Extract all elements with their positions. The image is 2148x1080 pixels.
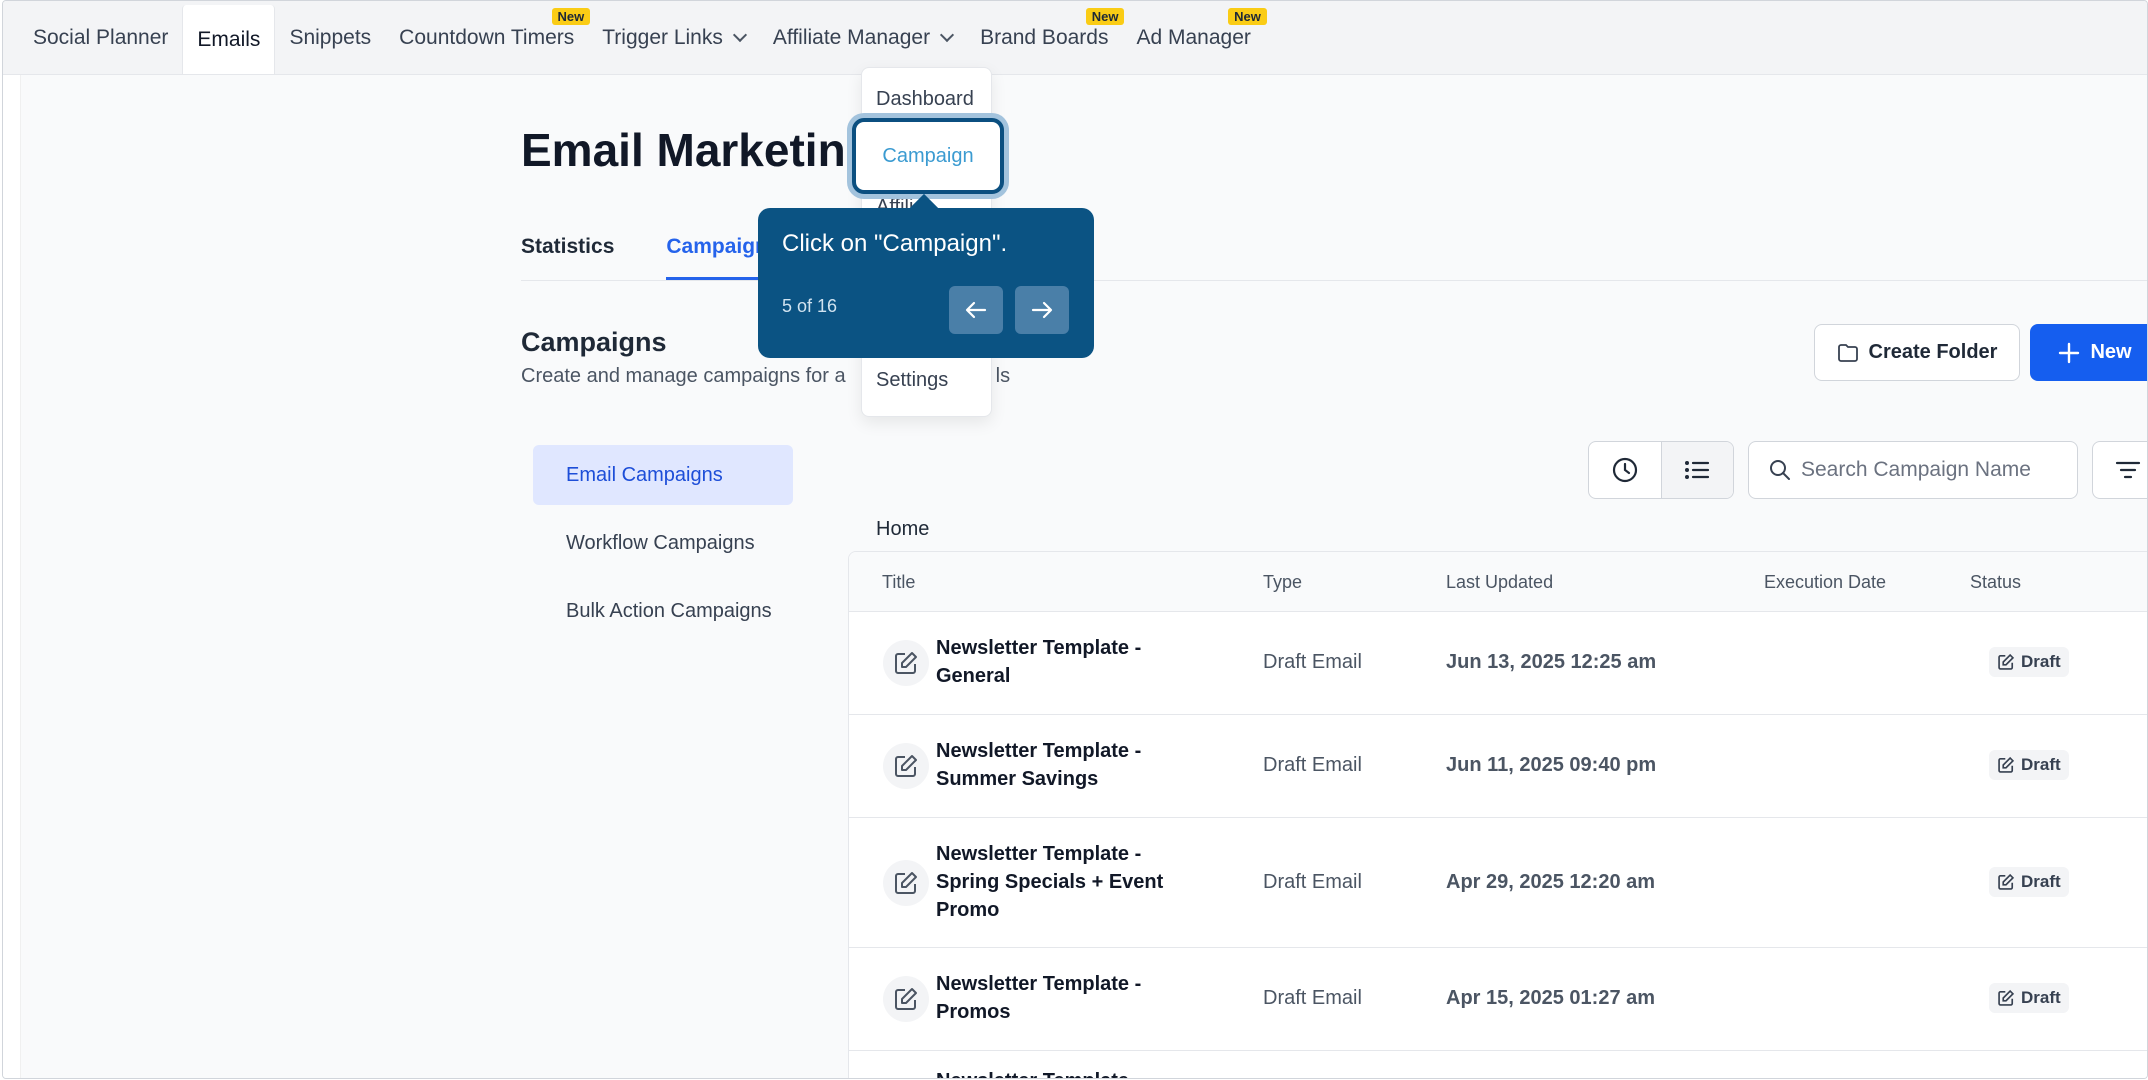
col-type: Type [1263, 572, 1303, 592]
nav-emails[interactable]: Emails [182, 5, 276, 74]
search-icon [1770, 460, 1790, 480]
guide-tooltip: Click on "Campaign". 5 of 16 [758, 208, 1094, 358]
nav-countdown-timers[interactable]: Countdown Timers New [385, 1, 591, 74]
row-type: Draft Email [1263, 754, 1362, 776]
edit-icon [883, 860, 929, 906]
clock-view-button[interactable] [1589, 442, 1661, 498]
status-badge: Draft [1989, 750, 2069, 780]
nav-trigger-links[interactable]: Trigger Links [588, 1, 759, 74]
campaign-subnav: Email Campaigns Workflow Campaigns Bulk … [533, 445, 793, 649]
subnav-email-campaigns[interactable]: Email Campaigns [533, 445, 793, 505]
filter-icon [2115, 461, 2141, 479]
new-badge: New [1085, 8, 1125, 25]
view-toggle [1588, 441, 1734, 499]
edit-icon [883, 976, 929, 1022]
left-edge [3, 75, 21, 1078]
tooltip-step: 5 of 16 [782, 296, 838, 316]
section-title: Campaigns [521, 327, 667, 357]
dropdown-item-settings[interactable]: Settings [876, 369, 948, 392]
row-last-updated: Jun 11, 2025 09:40 pm [1446, 754, 1657, 776]
subnav-bulk-action-campaigns[interactable]: Bulk Action Campaigns [533, 581, 793, 641]
arrow-right-icon [1031, 301, 1053, 319]
status-badge: Draft [1989, 867, 2069, 897]
table-header: Title Type Last Updated Execution Date S… [849, 552, 2147, 612]
edit-icon [1998, 653, 2015, 670]
campaigns-table: Title Type Last Updated Execution Date S… [848, 551, 2147, 1078]
clock-icon [1612, 457, 1637, 483]
list-icon [1685, 461, 1710, 479]
list-view-button[interactable] [1660, 442, 1733, 498]
col-last-updated: Last Updated [1446, 572, 1554, 592]
edit-icon [1998, 756, 2015, 773]
breadcrumb[interactable]: Home [876, 518, 929, 541]
dropdown-item-dashboard[interactable]: Dashboard [876, 88, 974, 111]
arrow-left-icon [965, 301, 987, 319]
row-type: Draft Email [1263, 871, 1362, 893]
row-title[interactable]: Newsletter Template [936, 1067, 1196, 1078]
tooltip-text: Click on "Campaign". [782, 230, 1008, 257]
page-title: Email Marketing [521, 124, 874, 176]
row-type: Draft Email [1263, 651, 1362, 673]
tooltip-next-button[interactable] [1015, 286, 1069, 334]
new-badge: New [551, 8, 591, 25]
nav-affiliate-manager[interactable]: Affiliate Manager [759, 1, 966, 74]
nav-social-planner[interactable]: Social Planner [19, 1, 182, 74]
edit-icon [1998, 989, 2015, 1006]
app-window: Social Planner Emails Snippets Countdown… [2, 0, 2148, 1079]
row-title[interactable]: Newsletter Template - Summer Savings [936, 737, 1196, 793]
row-last-updated: Jun 13, 2025 12:25 am [1446, 651, 1657, 673]
filter-button[interactable] [2092, 441, 2147, 499]
table-row[interactable]: Newsletter Template - Spring Specials + … [849, 818, 2147, 948]
row-title[interactable]: Newsletter Template - Promos [936, 970, 1196, 1026]
new-badge: New [1228, 8, 1267, 25]
col-title: Title [882, 572, 916, 592]
edit-icon [1998, 873, 2015, 890]
edit-icon [883, 743, 929, 789]
nav-brand-boards[interactable]: Brand Boards New [966, 1, 1125, 74]
table-row[interactable]: Newsletter Template - Promos Draft Email… [849, 948, 2147, 1051]
subnav-workflow-campaigns[interactable]: Workflow Campaigns [533, 513, 793, 573]
row-last-updated: Apr 15, 2025 01:27 am [1446, 987, 1656, 1009]
row-last-updated: Apr 29, 2025 12:20 am [1446, 871, 1656, 893]
row-title[interactable]: Newsletter Template - Spring Specials + … [936, 840, 1196, 924]
create-folder-button[interactable]: Create Folder [1814, 324, 2020, 381]
table-row[interactable]: Newsletter Template [849, 1051, 2147, 1078]
search-box [1748, 441, 2078, 499]
top-nav: Social Planner Emails Snippets Countdown… [3, 1, 2147, 75]
row-type: Draft Email [1263, 987, 1362, 1009]
col-status: Status [1970, 572, 2022, 592]
edit-icon [883, 640, 929, 686]
status-badge: Draft [1989, 647, 2069, 677]
chevron-down-icon [939, 27, 955, 42]
chevron-down-icon [732, 27, 747, 42]
table-row[interactable]: Newsletter Template - General Draft Emai… [849, 612, 2147, 715]
folder-icon [1837, 343, 1858, 362]
status-badge: Draft [1989, 983, 2069, 1013]
new-button[interactable]: New [2030, 324, 2147, 381]
plus-icon [2059, 342, 2080, 363]
dropdown-item-campaign[interactable]: Campaign [852, 118, 1004, 194]
tooltip-prev-button[interactable] [949, 286, 1003, 334]
nav-snippets[interactable]: Snippets [275, 1, 385, 74]
nav-ad-manager[interactable]: Ad Manager New [1122, 1, 1267, 74]
row-title[interactable]: Newsletter Template - General [936, 634, 1196, 690]
search-input[interactable] [1801, 458, 2071, 482]
col-execution-date: Execution Date [1764, 572, 1887, 592]
tab-statistics[interactable]: Statistics [521, 235, 614, 280]
table-row[interactable]: Newsletter Template - Summer Savings Dra… [849, 715, 2147, 818]
